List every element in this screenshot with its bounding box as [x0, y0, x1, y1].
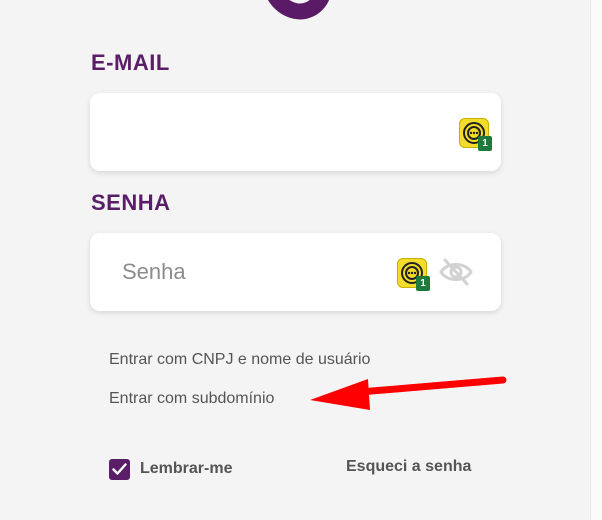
annotation-arrow — [310, 376, 507, 410]
remember-me-checkbox[interactable] — [109, 459, 130, 480]
remember-me-label[interactable]: Lembrar-me — [140, 460, 232, 478]
forgot-password-link[interactable]: Esqueci a senha — [346, 458, 471, 476]
scrollbar-track[interactable] — [590, 0, 602, 520]
checkmark-icon — [112, 463, 127, 475]
login-panel: E-MAIL 1 SENHA Senha 1 Entrar com CNPJ e… — [0, 0, 590, 520]
